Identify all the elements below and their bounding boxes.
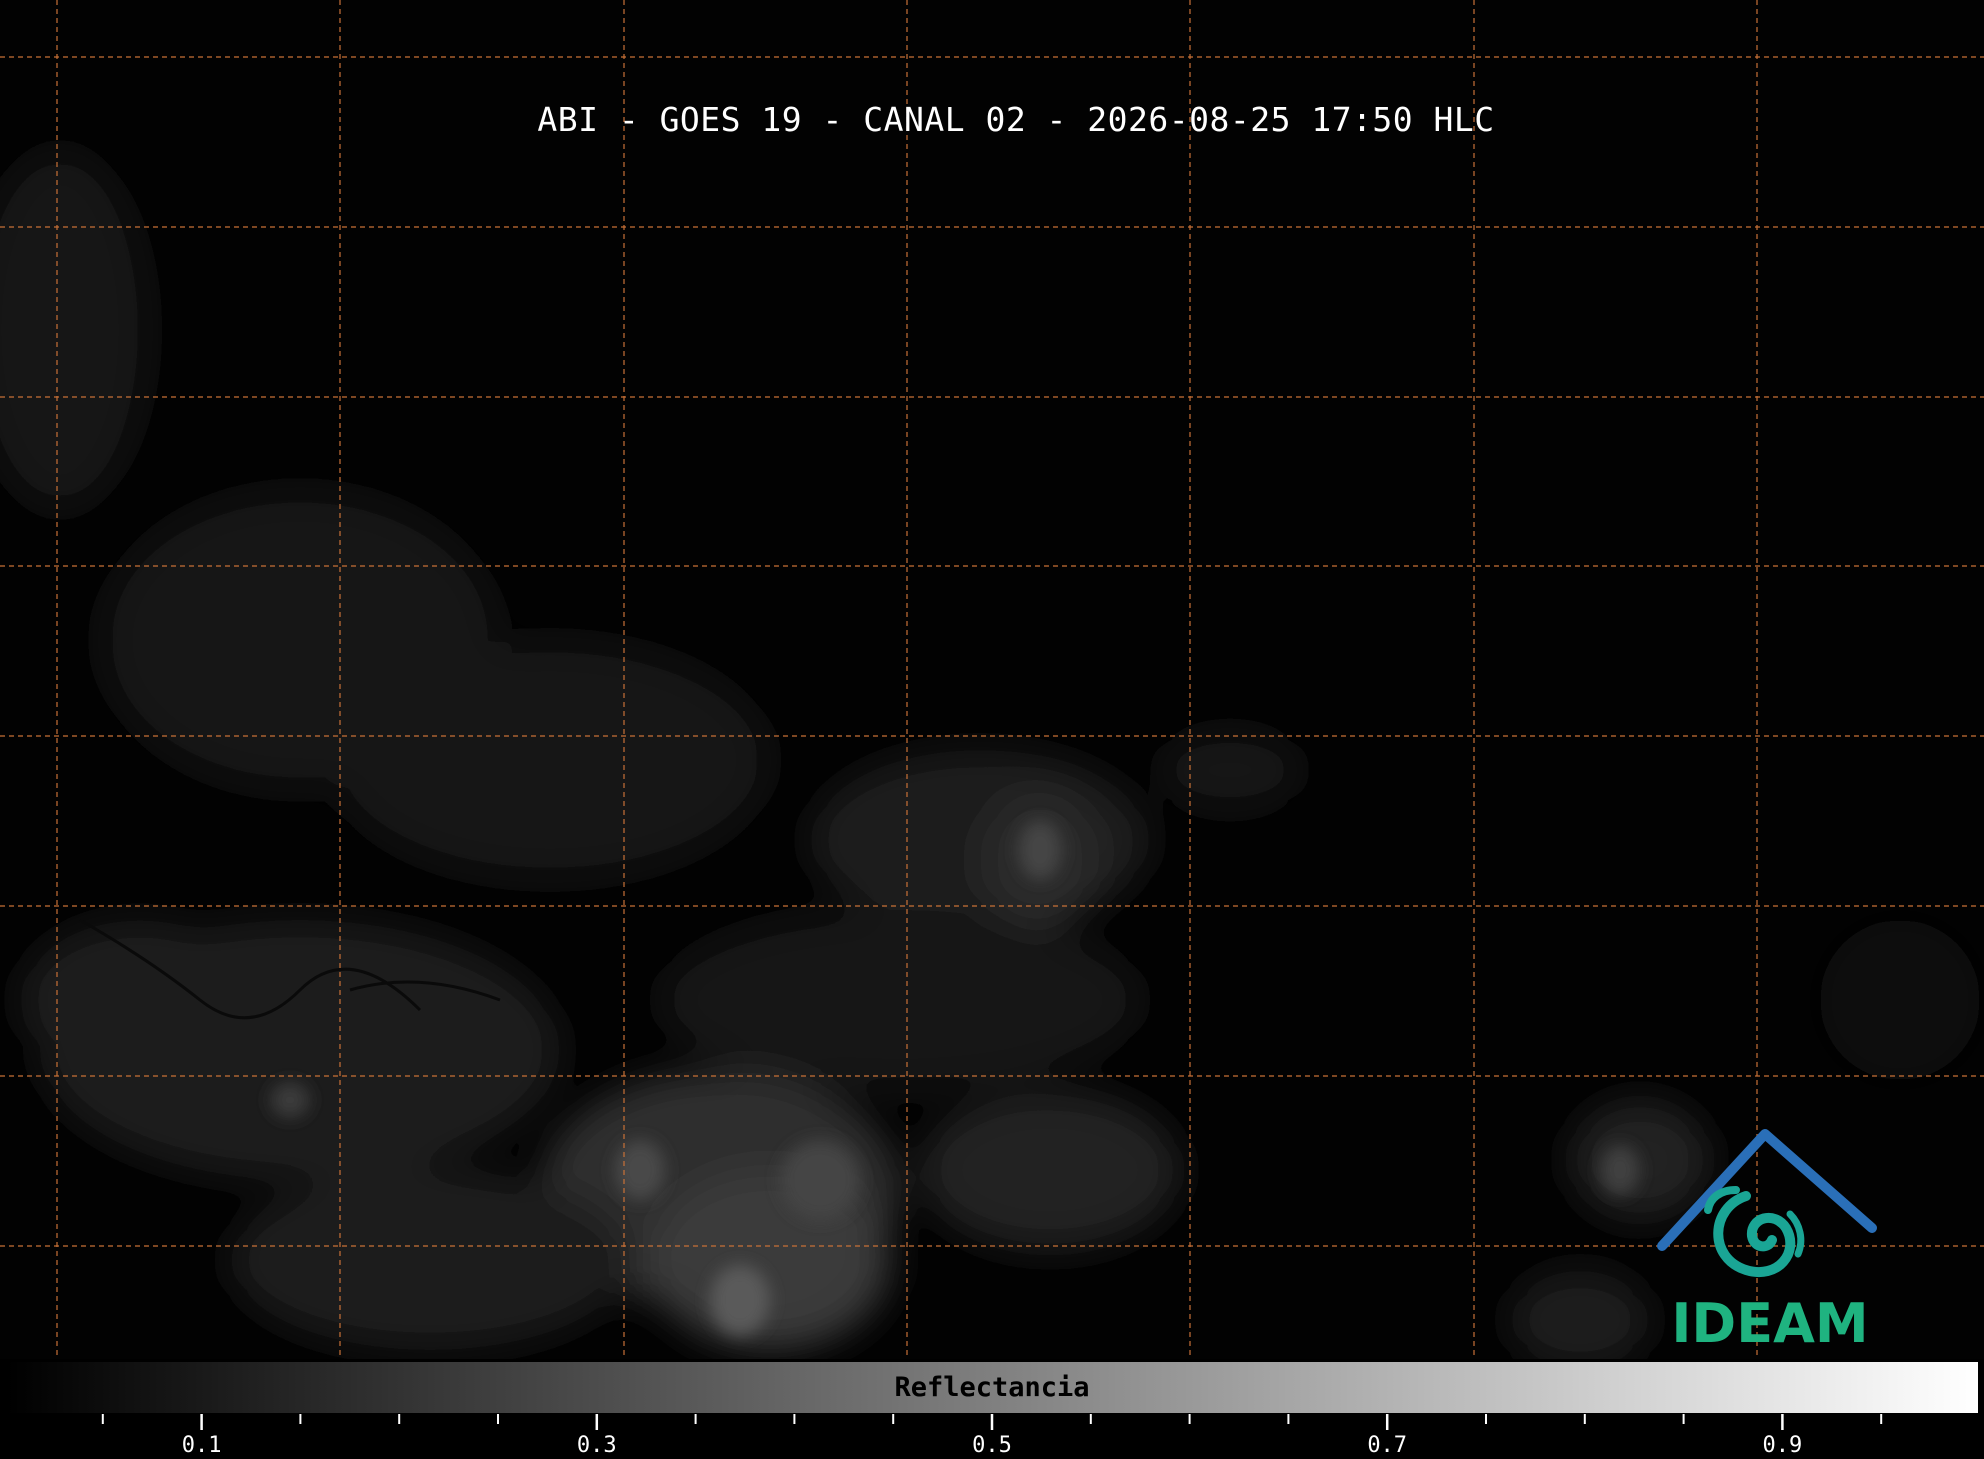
ideam-logo: IDEAM [1657,1129,1877,1355]
colorbar-tick-label-4: 0.9 [1762,1433,1803,1458]
satellite-map: ABI - GOES 19 - CANAL 02 - 2026-08-25 17… [0,0,1984,1359]
colorbar-tick-label-1: 0.3 [576,1433,617,1458]
colorbar-tick-label-0: 0.1 [181,1433,222,1458]
colorbar-ticks [101,1414,1883,1430]
colorbar-label: Reflectancia [894,1372,1090,1403]
ideam-roof-icon [1657,1129,1877,1251]
colorbar-tick-label-3: 0.7 [1367,1433,1408,1458]
colorbar-tick-label-2: 0.5 [972,1433,1012,1458]
ideam-swirl-icon [1704,1186,1805,1277]
ideam-logo-text: IDEAM [1671,1292,1868,1355]
image-title: ABI - GOES 19 - CANAL 02 - 2026-08-25 17… [537,100,1495,139]
